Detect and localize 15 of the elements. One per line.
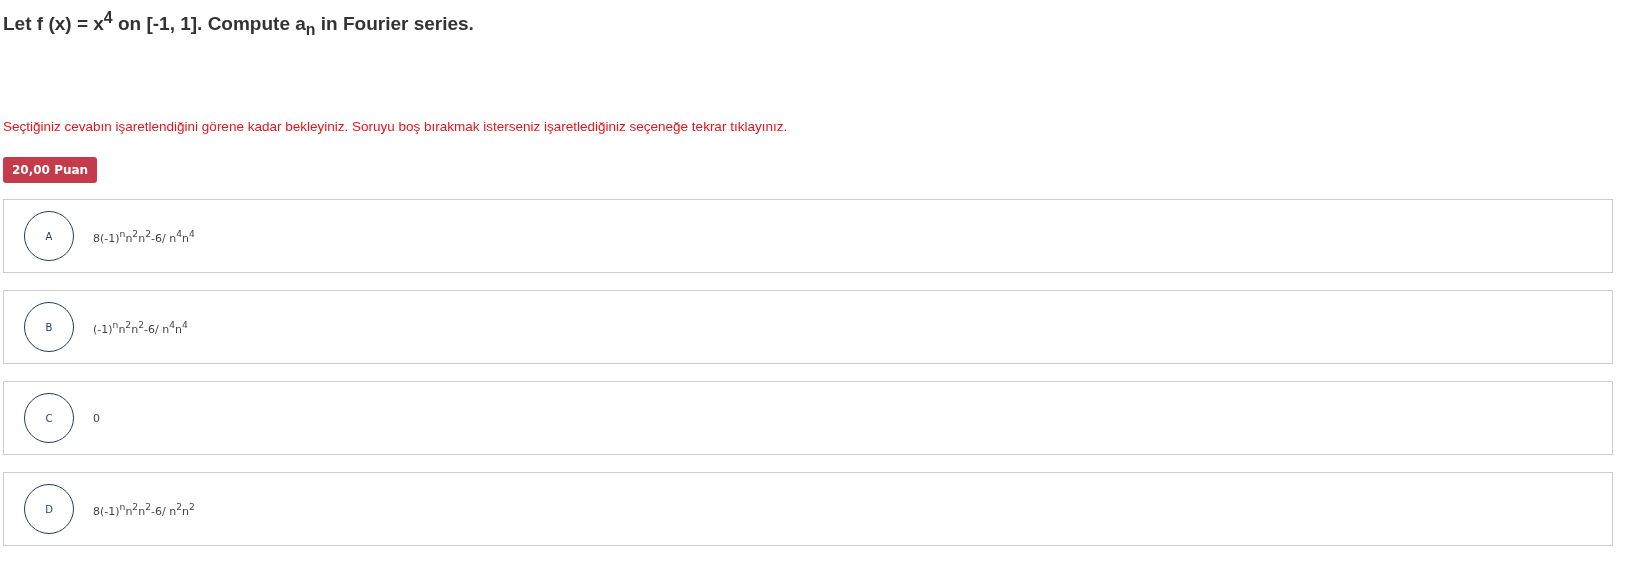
option-letter: D (24, 484, 74, 534)
answer-option[interactable]: B (-1)$^{n}$n$^{2}$n$^{2}$-6/ n$^{4}$n$^{4}$ (3, 290, 1613, 364)
option-text: 0 (93, 411, 100, 425)
answer-option[interactable]: C 0 (3, 381, 1613, 455)
option-text: (-1)$^{n}$n$^{2}$n$^{2}$-6/ n$^{4}$n$^{4}$ (93, 318, 188, 336)
option-letter: B (24, 302, 74, 352)
option-letter: A (24, 211, 74, 261)
instruction-notice: Seçtiğiniz cevabın işaretlendiğini görene kadar bekleyiniz. Soruyu boş bırakmak isterseniz işaretlediğiniz seçeneğe tekrar tıklayınız. (3, 119, 789, 134)
answer-option[interactable]: A 8(-1)$^{n}$n$^{2}$n$^{2}$-6/ n$^{4}$n$^{4}$ (3, 199, 1613, 273)
option-letter: C (24, 393, 74, 443)
answer-option[interactable]: D 8(-1)$^{n}$n$^{2}$n$^{2}$-6/ n$^{2}$n$^{2}$ (3, 472, 1613, 546)
option-text: 8(-1)$^{n}$n$^{2}$n$^{2}$-6/ n$^{2}$n$^{2}$ (93, 500, 195, 518)
question-text: Let f (x) = x$^{4}$ on [-1, 1]. Compute a$_{n}$ in Fourier series. (3, 8, 475, 41)
option-text: 8(-1)$^{n}$n$^{2}$n$^{2}$-6/ n$^{4}$n$^{4}$ (93, 227, 195, 245)
points-badge: 20,00 Puan (3, 157, 98, 183)
